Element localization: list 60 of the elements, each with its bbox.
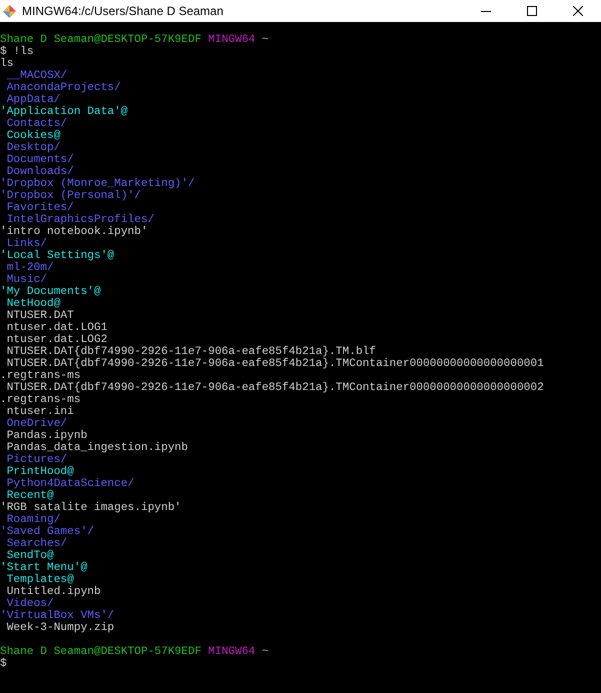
terminal-line: 'Dropbox (Personal)'/	[0, 190, 141, 202]
terminal-line: PrintHood@	[6, 466, 74, 478]
terminal-line: AppData/	[6, 94, 60, 106]
prompt-path: ~	[262, 34, 269, 46]
terminal-line: Music/	[6, 274, 47, 286]
window-title: MINGW64:/c/Users/Shane D Seaman	[22, 3, 224, 20]
prompt-shell: MINGW64	[208, 646, 256, 658]
terminal-line: NTUSER.DAT{dbf74990-2926-11e7-906a-eafe85f4b21a}.TMContainer00000000000000000002	[6, 382, 544, 394]
terminal-line: 'VirtualBox VMs'/	[0, 610, 114, 622]
terminal-line: Untitled.ipynb	[6, 586, 101, 598]
terminal-line: Links/	[6, 238, 47, 250]
terminal-line: Downloads/	[6, 166, 74, 178]
terminal-line: OneDrive/	[6, 418, 68, 430]
terminal-line: NTUSER.DAT{dbf74990-2926-11e7-906a-eafe85f4b21a}.TMContainer00000000000000000001	[6, 358, 544, 370]
terminal-line: $	[0, 658, 7, 670]
prompt-user-host: Shane D Seaman@DESKTOP-57K9EDF	[0, 34, 202, 46]
terminal-line: __MACOSX/	[6, 70, 68, 82]
maximize-icon	[527, 6, 537, 16]
terminal-line: Cookies@	[6, 130, 60, 142]
terminal-line: Favorites/	[6, 202, 74, 214]
terminal-line: NTUSER.DAT	[6, 310, 74, 322]
terminal-line: SendTo@	[6, 550, 54, 562]
terminal-line: Roaming/	[6, 514, 60, 526]
app-icon	[3, 4, 16, 18]
terminal-line: 'Application Data'@	[0, 106, 128, 118]
terminal-line: 'RGB satalite images.ipynb'	[0, 502, 182, 514]
terminal-line: 'Dropbox (Monroe_Marketing)'/	[0, 178, 195, 190]
terminal-line: ntuser.ini	[6, 406, 74, 418]
terminal-line: Searches/	[6, 538, 68, 550]
terminal-line: NTUSER.DAT{dbf74990-2926-11e7-906a-eafe85f4b21a}.TM.blf	[6, 346, 376, 358]
terminal-line: .regtrans-ms	[0, 370, 81, 382]
terminal-line: Week-3-Numpy.zip	[6, 622, 114, 634]
terminal-line: Desktop/	[6, 142, 60, 154]
terminal-line: Python4DataScience/	[6, 478, 134, 490]
terminal-line: 'Local Settings'@	[0, 250, 114, 262]
terminal-line: $ !ls	[0, 46, 34, 58]
terminal-line: 'Start Menu'@	[0, 562, 88, 574]
terminal-line: AnacondaProjects/	[6, 82, 121, 94]
terminal-line: ls	[0, 58, 14, 70]
terminal-line: Pictures/	[6, 454, 68, 466]
terminal-line: NetHood@	[6, 298, 60, 310]
terminal-line: Pandas.ipynb	[6, 430, 88, 442]
terminal-line: ntuser.dat.LOG2	[6, 334, 108, 346]
terminal-line: Pandas_data_ingestion.ipynb	[6, 442, 188, 454]
terminal-line: Templates@	[6, 574, 74, 586]
prompt-shell: MINGW64	[208, 34, 256, 46]
terminal-line: IntelGraphicsProfiles/	[6, 214, 154, 226]
prompt-user-host: Shane D Seaman@DESKTOP-57K9EDF	[0, 646, 202, 658]
terminal-line: 'My Documents'@	[0, 286, 101, 298]
terminal-line: .regtrans-ms	[0, 394, 81, 406]
prompt-path: ~	[262, 646, 269, 658]
terminal-line: 'Saved Games'/	[0, 526, 94, 538]
terminal-line: Contacts/	[6, 118, 68, 130]
terminal-line: 'intro notebook.ipynb'	[0, 226, 148, 238]
terminal-line: ml-20m/	[6, 262, 54, 274]
terminal-line: Recent@	[6, 490, 54, 502]
terminal-line: ntuser.dat.LOG1	[6, 322, 108, 334]
close-icon	[573, 6, 583, 16]
terminal-line: Videos/	[6, 598, 54, 610]
terminal-line: Documents/	[6, 154, 74, 166]
